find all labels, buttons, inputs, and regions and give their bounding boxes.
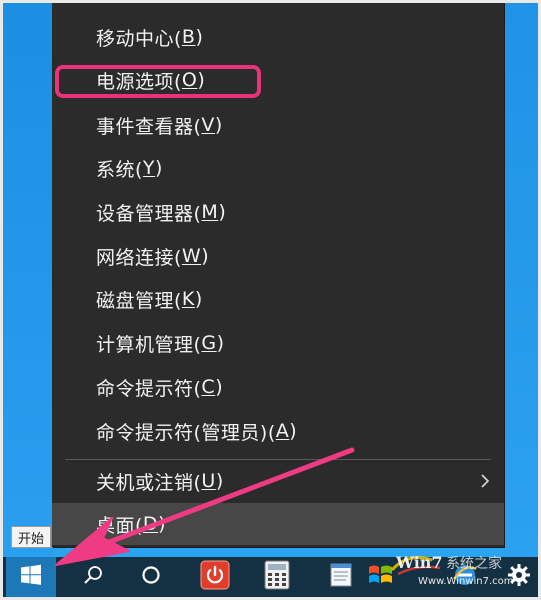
- desktop-right-area: [503, 3, 538, 557]
- notepad-icon: [329, 561, 357, 593]
- menu-accel-key: K: [181, 288, 195, 310]
- menu-accel-key: U: [201, 470, 216, 492]
- menu-item-mobility-center[interactable]: 移动中心(B): [52, 16, 504, 58]
- chevron-right-icon: [478, 460, 492, 502]
- desktop-left-area: [3, 3, 53, 557]
- menu-label-tail: ): [289, 420, 298, 442]
- menu-label-tail: ): [215, 376, 224, 398]
- menu-label-tail: ): [215, 470, 224, 492]
- menu-accel-key: B: [181, 26, 196, 48]
- menu-item-device-manager[interactable]: 设备管理器(M): [52, 191, 504, 233]
- menu-accel-key: G: [201, 332, 217, 354]
- menu-label: 桌面(: [96, 514, 143, 537]
- menu-label: 系统(: [96, 158, 143, 181]
- taskbar-app-calculator[interactable]: [255, 557, 299, 597]
- power-app-icon: [200, 560, 230, 594]
- taskbar-search-button[interactable]: [71, 557, 115, 597]
- svg-text:系统之家: 系统之家: [446, 555, 502, 572]
- menu-accel-key: C: [201, 376, 216, 398]
- menu-item-system[interactable]: 系统(Y): [52, 147, 504, 189]
- menu-label: 命令提示符(: [96, 377, 202, 400]
- menu-label: 移动中心(: [96, 27, 182, 50]
- menu-item-shutdown-signout[interactable]: 关机或注销(U): [52, 460, 504, 502]
- menu-label: 计算机管理(: [96, 333, 202, 356]
- menu-item-computer-management[interactable]: 计算机管理(G): [52, 322, 504, 364]
- menu-label: 命令提示符(管理员)(: [96, 421, 276, 444]
- menu-label-tail: ): [194, 288, 203, 310]
- taskbar-cortana-button[interactable]: [129, 557, 173, 597]
- menu-label: 网络连接(: [96, 246, 182, 269]
- calculator-icon: [264, 560, 290, 594]
- menu-accel-key: A: [275, 420, 290, 442]
- menu-label-tail: ): [158, 513, 166, 535]
- windows-start-icon: [20, 564, 42, 590]
- menu-accel-key: Y: [142, 157, 156, 179]
- menu-accel-key: D: [142, 513, 159, 535]
- menu-item-network-connections[interactable]: 网络连接(W): [52, 235, 504, 277]
- taskbar-app-power[interactable]: [193, 557, 237, 597]
- svg-text:Www.Winwin7.com: Www.Winwin7.com: [418, 576, 513, 587]
- menu-label-tail: ): [216, 332, 225, 354]
- menu-accel-key: M: [201, 201, 219, 223]
- menu-label-tail: ): [201, 245, 210, 267]
- power-options-highlight: [55, 65, 261, 98]
- menu-label: 事件查看器(: [96, 115, 202, 138]
- svg-text:Win7: Win7: [395, 553, 443, 572]
- menu-item-command-prompt[interactable]: 命令提示符(C): [52, 366, 504, 408]
- start-tooltip: 开始: [11, 526, 51, 548]
- menu-accel-key: V: [201, 114, 215, 136]
- menu-label: 关机或注销(: [96, 471, 202, 494]
- menu-label: 磁盘管理(: [96, 289, 182, 312]
- menu-item-desktop[interactable]: 桌面(D): [52, 503, 504, 545]
- menu-item-disk-management[interactable]: 磁盘管理(K): [52, 278, 504, 320]
- menu-item-event-viewer[interactable]: 事件查看器(V): [52, 104, 504, 146]
- menu-accel-key: W: [181, 245, 202, 267]
- menu-item-command-prompt-admin[interactable]: 命令提示符(管理员)(A): [52, 410, 504, 452]
- menu-label: 设备管理器(: [96, 202, 202, 225]
- menu-label-tail: ): [195, 26, 204, 48]
- circle-icon: [140, 564, 162, 590]
- search-icon: [82, 564, 104, 590]
- menu-label-tail: ): [218, 201, 227, 223]
- start-button[interactable]: [6, 557, 56, 597]
- menu-label-tail: ): [214, 114, 223, 136]
- menu-label-tail: ): [155, 157, 163, 179]
- watermark-logo: Win7 系统之家 Www.Winwin7.com: [388, 548, 528, 588]
